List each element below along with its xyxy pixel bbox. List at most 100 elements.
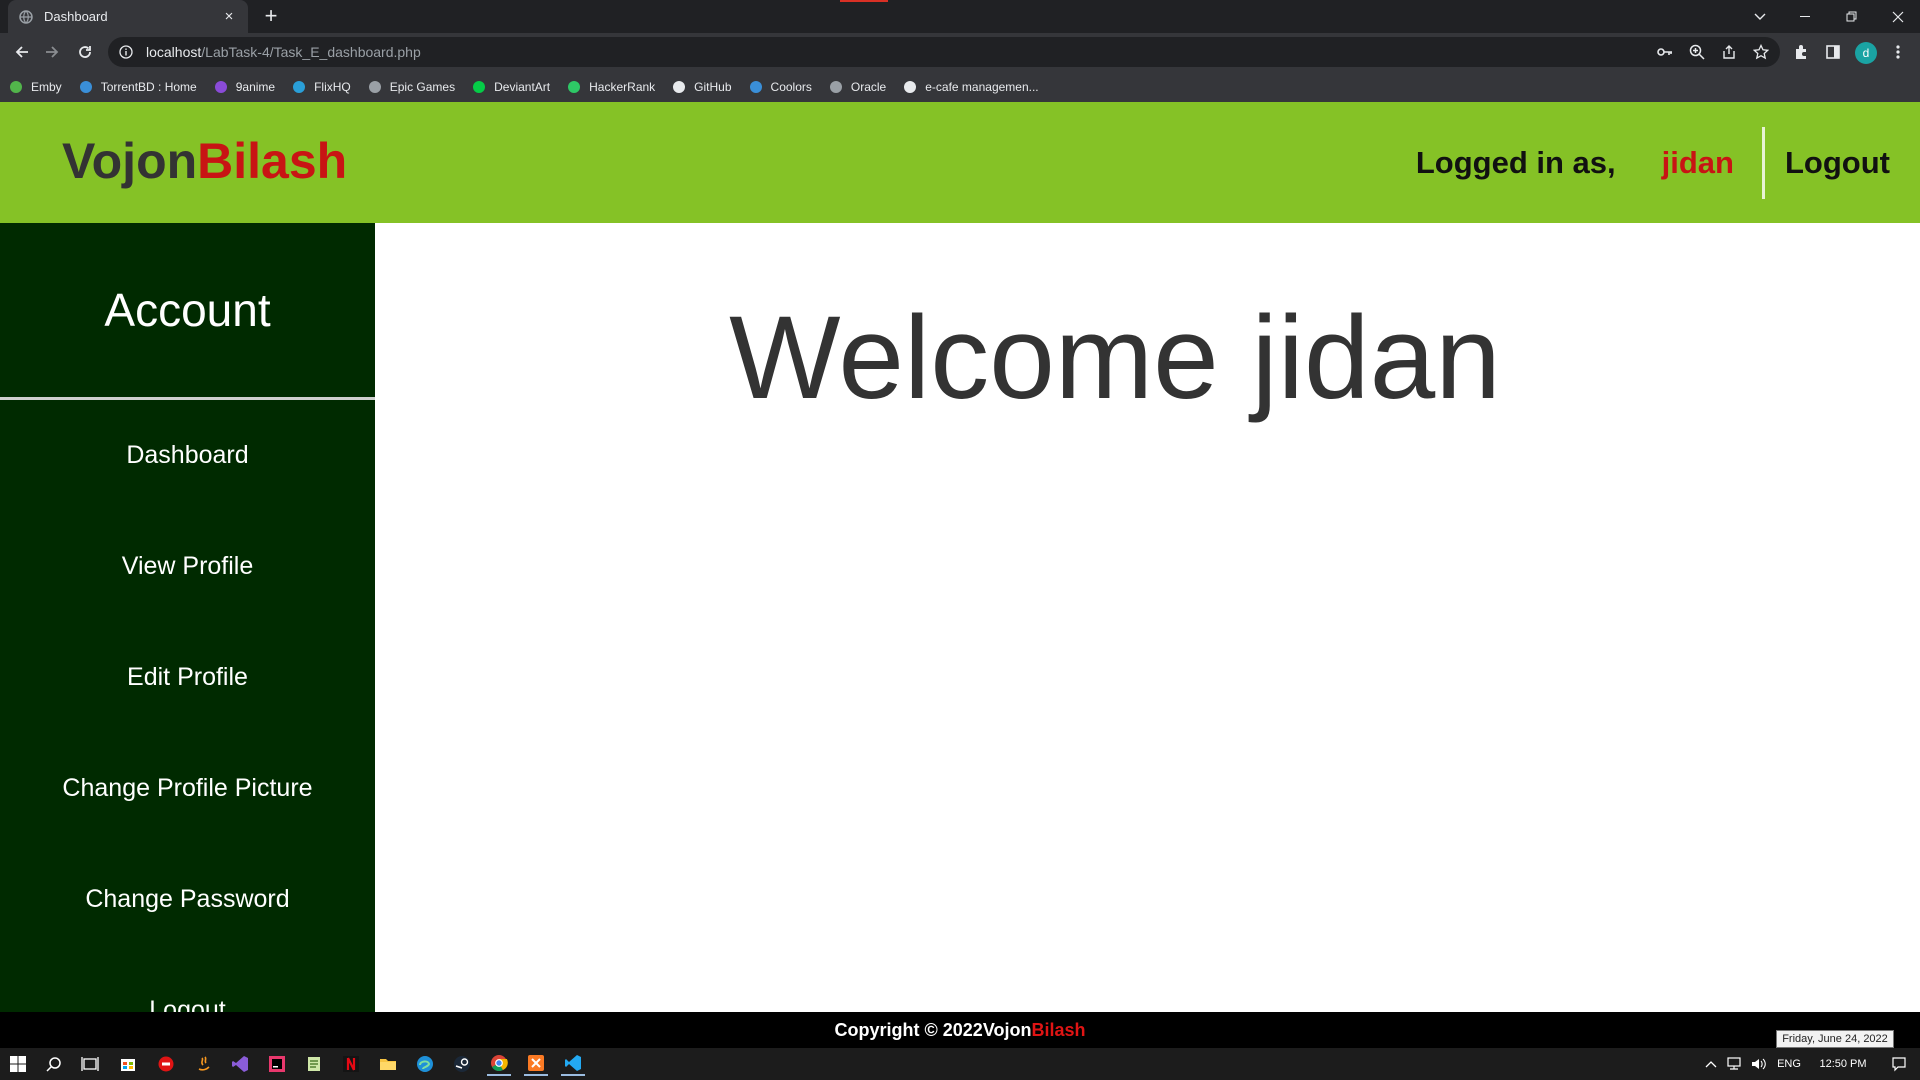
bookmark-item[interactable]: Epic Games	[367, 79, 455, 95]
epic-games-icon	[367, 79, 383, 95]
edge-browser-icon[interactable]	[413, 1052, 437, 1076]
bookmark-item[interactable]: Oracle	[828, 79, 886, 95]
address-bar[interactable]: localhost/LabTask-4/Task_E_dashboard.php	[108, 37, 1780, 67]
profile-avatar[interactable]: d	[1855, 42, 1877, 64]
google-icon	[902, 79, 918, 95]
browser-menu-icon[interactable]	[1889, 43, 1907, 61]
hackerrank-icon	[566, 79, 582, 95]
back-arrow-icon[interactable]	[8, 38, 36, 66]
bookmark-item[interactable]: TorrentBD : Home	[78, 79, 197, 95]
url-path: /LabTask-4/Task_E_dashboard.php	[201, 44, 421, 60]
bookmark-label: HackerRank	[589, 79, 656, 94]
minimize-icon[interactable]	[1783, 0, 1829, 33]
chrome-icon[interactable]	[487, 1052, 511, 1076]
extensions-icon[interactable]	[1792, 43, 1810, 61]
oracle-icon	[828, 79, 844, 95]
9anime-icon	[213, 79, 229, 95]
footer-copyright: Copyright © 2022	[834, 1019, 983, 1040]
file-explorer-icon[interactable]	[376, 1052, 400, 1076]
header-user-area: Logged in as, jidan Logout	[1416, 102, 1890, 223]
site-info-icon[interactable]	[118, 44, 134, 60]
language-indicator[interactable]: ENG	[1771, 1058, 1807, 1070]
logo-part-vojon: Vojon	[62, 133, 198, 189]
xampp-icon[interactable]	[524, 1052, 548, 1076]
logo-part-bilash: Bilash	[197, 133, 348, 189]
bookmark-item[interactable]: FlixHQ	[291, 79, 351, 95]
header-divider	[1761, 126, 1765, 199]
main-content: Welcome jidan	[375, 223, 1920, 1012]
site-logo[interactable]: VojonBilash	[62, 132, 347, 190]
flixhq-icon	[291, 79, 307, 95]
forward-arrow-icon[interactable]	[38, 38, 66, 66]
notifications-icon[interactable]	[1879, 1056, 1919, 1072]
bookmark-item[interactable]: 9anime	[213, 79, 275, 95]
address-bar-actions	[1656, 43, 1770, 61]
windows-start-icon[interactable]	[6, 1052, 30, 1076]
bookmark-label: DeviantArt	[494, 79, 551, 94]
volume-icon[interactable]	[1747, 1057, 1771, 1071]
java-app-icon[interactable]	[192, 1052, 216, 1076]
system-tray: ENG 12:50 PM	[1701, 1048, 1919, 1080]
bookmark-item[interactable]: Coolors	[748, 79, 812, 95]
tab-strip-accent	[840, 0, 888, 2]
taskbar-search-icon[interactable]	[42, 1052, 66, 1076]
notepad-icon[interactable]	[302, 1052, 326, 1076]
red-app-icon[interactable]	[154, 1052, 178, 1076]
close-window-icon[interactable]	[1875, 0, 1920, 33]
task-view-icon[interactable]	[78, 1052, 102, 1076]
github-icon	[671, 79, 687, 95]
intellij-icon[interactable]	[265, 1052, 289, 1076]
logged-in-username[interactable]: jidan	[1662, 145, 1734, 181]
bookmark-item[interactable]: Emby	[8, 79, 62, 95]
sidebar-item-change-password[interactable]: Change Password	[0, 844, 375, 955]
zoom-icon[interactable]	[1688, 43, 1706, 61]
tab-search-icon[interactable]	[1737, 0, 1783, 33]
footer-brand-vojon: Vojon	[982, 1019, 1032, 1040]
bookmark-label: 9anime	[235, 79, 276, 94]
bookmark-label: e-cafe managemen...	[925, 79, 1039, 94]
bookmark-item[interactable]: HackerRank	[566, 79, 655, 95]
network-icon[interactable]	[1721, 1057, 1747, 1071]
emby-icon	[8, 79, 24, 95]
page-content: VojonBilash Logged in as, jidan Logout A…	[0, 102, 1920, 1012]
new-tab-button[interactable]: +	[258, 4, 284, 30]
bookmark-item[interactable]: e-cafe managemen...	[902, 79, 1039, 95]
reload-icon[interactable]	[71, 38, 99, 66]
tab-title: Dashboard	[44, 9, 108, 24]
bookmark-label: Epic Games	[389, 79, 456, 94]
bookmark-star-icon[interactable]	[1752, 43, 1770, 61]
bookmark-item[interactable]: DeviantArt	[471, 79, 550, 95]
bookmark-item[interactable]: GitHub	[671, 79, 732, 95]
share-icon[interactable]	[1720, 43, 1738, 61]
site-header: VojonBilash Logged in as, jidan Logout	[0, 102, 1920, 223]
torrentbd-icon	[78, 79, 94, 95]
side-panel-icon[interactable]	[1824, 43, 1842, 61]
netflix-icon[interactable]	[339, 1052, 363, 1076]
bookmark-label: TorrentBD : Home	[100, 79, 197, 94]
header-logout-link[interactable]: Logout	[1785, 145, 1890, 181]
welcome-heading: Welcome jidan	[729, 292, 1501, 424]
sidebar-item-edit-profile[interactable]: Edit Profile	[0, 622, 375, 733]
sidebar-item-logout[interactable]: Logout	[0, 955, 375, 1012]
sidebar-item-change-profile-picture[interactable]: Change Profile Picture	[0, 733, 375, 844]
vscode-icon[interactable]	[561, 1052, 585, 1076]
sidebar-item-dashboard[interactable]: Dashboard	[0, 400, 375, 511]
clock-time[interactable]: 12:50 PM	[1807, 1058, 1879, 1070]
bookmark-label: Coolors	[770, 79, 812, 94]
steam-icon[interactable]	[450, 1052, 474, 1076]
tray-chevron-up-icon[interactable]	[1701, 1060, 1721, 1068]
account-sidebar: Account Dashboard View Profile Edit Prof…	[0, 223, 375, 1012]
visual-studio-icon[interactable]	[228, 1052, 252, 1076]
key-icon[interactable]	[1656, 43, 1674, 61]
logged-in-label: Logged in as,	[1415, 144, 1616, 180]
sidebar-item-view-profile[interactable]: View Profile	[0, 511, 375, 622]
site-footer: Copyright © 2022 Vojon Bilash	[0, 1012, 1920, 1048]
restore-icon[interactable]	[1829, 0, 1875, 33]
browser-tab-dashboard[interactable]: Dashboard ×	[8, 0, 248, 33]
date-tooltip: Friday, June 24, 2022	[1776, 1030, 1894, 1048]
bookmark-label: Emby	[31, 79, 62, 94]
address-url[interactable]: localhost/LabTask-4/Task_E_dashboard.php	[146, 44, 1656, 60]
globe-icon	[18, 9, 34, 25]
tab-close-icon[interactable]: ×	[220, 8, 238, 25]
store-app-icon[interactable]	[116, 1052, 140, 1076]
